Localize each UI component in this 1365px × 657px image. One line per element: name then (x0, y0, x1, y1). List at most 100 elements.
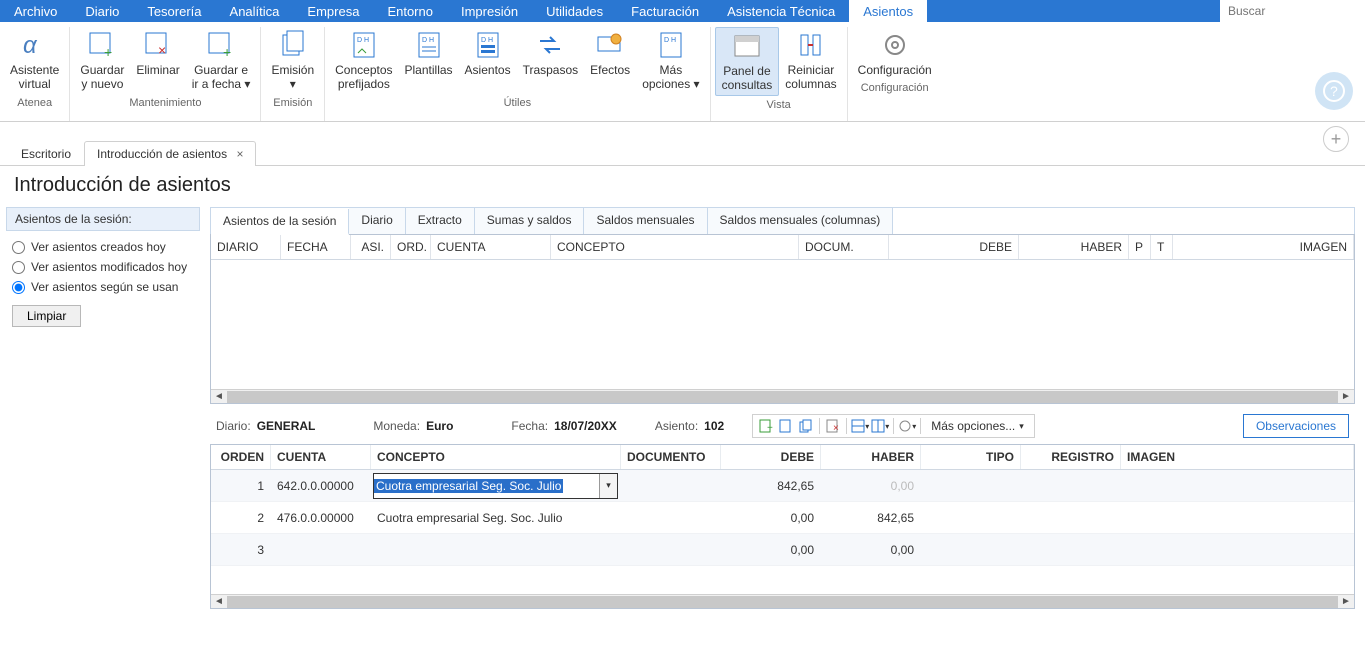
cell-haber[interactable]: 842,65 (821, 507, 921, 529)
guardar-fecha-button[interactable]: + Guardar e ir a fecha ▾ (186, 27, 257, 94)
tb-grid2-icon[interactable]: ▾ (871, 417, 889, 435)
cell-documento[interactable] (621, 514, 721, 522)
scroll-thumb[interactable] (227, 391, 1338, 403)
cell-registro[interactable] (1021, 546, 1121, 554)
tab-escritorio[interactable]: Escritorio (8, 141, 84, 166)
scroll-left-icon[interactable]: ◄ (211, 596, 227, 607)
menu-impresion[interactable]: Impresión (447, 0, 532, 22)
menu-facturacion[interactable]: Facturación (617, 0, 713, 22)
cell-orden[interactable]: 3 (211, 539, 271, 561)
subtab-asientos-sesion[interactable]: Asientos de la sesión (211, 209, 349, 235)
traspasos-button[interactable]: Traspasos (517, 27, 585, 94)
emision-button[interactable]: Emisión ▾ (265, 27, 320, 94)
radio-input[interactable] (12, 261, 25, 274)
cell-concepto[interactable]: Cuotra empresarial Seg. Soc. Julio ▾ (371, 471, 621, 501)
close-icon[interactable]: × (236, 147, 243, 161)
tb-grid1-icon[interactable]: ▾ (851, 417, 869, 435)
cell-tipo[interactable] (921, 546, 1021, 554)
menu-tesoreria[interactable]: Tesorería (133, 0, 215, 22)
menu-archivo[interactable]: Archivo (0, 0, 71, 22)
cell-imagen[interactable] (1121, 514, 1354, 522)
col-haber[interactable]: HABER (821, 445, 921, 469)
cell-concepto[interactable] (371, 546, 621, 554)
menu-entorno[interactable]: Entorno (373, 0, 447, 22)
table-row[interactable]: 1 642.0.0.00000 Cuotra empresarial Seg. … (211, 470, 1354, 502)
col-ord[interactable]: ORD. (391, 235, 431, 259)
cell-documento[interactable] (621, 546, 721, 554)
mas-opciones-button[interactable]: D H Más opciones ▾ (636, 27, 705, 94)
col-tipo[interactable]: TIPO (921, 445, 1021, 469)
help-button[interactable]: ? (1315, 72, 1353, 110)
col-registro[interactable]: REGISTRO (1021, 445, 1121, 469)
asistente-virtual-button[interactable]: α Asistente virtual (4, 27, 65, 94)
menu-diario[interactable]: Diario (71, 0, 133, 22)
scroll-thumb[interactable] (227, 596, 1338, 608)
reiniciar-columnas-button[interactable]: Reiniciar columnas (779, 27, 842, 96)
table-row[interactable]: 3 0,00 0,00 (211, 534, 1354, 566)
cell-cuenta[interactable] (271, 546, 371, 554)
horizontal-scrollbar[interactable]: ◄ ► (211, 389, 1354, 403)
col-concepto[interactable]: CONCEPTO (551, 235, 799, 259)
cell-orden[interactable]: 2 (211, 507, 271, 529)
conceptos-prefijados-button[interactable]: D H Conceptos prefijados (329, 27, 398, 94)
cell-concepto[interactable]: Cuotra empresarial Seg. Soc. Julio (371, 507, 621, 529)
radio-input[interactable] (12, 281, 25, 294)
asientos-button[interactable]: D H Asientos (459, 27, 517, 94)
radio-segun-se-usan[interactable]: Ver asientos según se usan (6, 277, 200, 297)
col-orden[interactable]: ORDEN (211, 445, 271, 469)
tb-settings-icon[interactable]: ▾ (898, 417, 916, 435)
efectos-button[interactable]: Efectos (584, 27, 636, 94)
guardar-nuevo-button[interactable]: + Guardar y nuevo (74, 27, 130, 94)
eliminar-button[interactable]: × Eliminar (130, 27, 185, 94)
subtab-extracto[interactable]: Extracto (406, 208, 475, 234)
col-debe[interactable]: DEBE (721, 445, 821, 469)
col-t[interactable]: T (1151, 235, 1173, 259)
table-body[interactable] (211, 260, 1354, 389)
cell-cuenta[interactable]: 476.0.0.00000 (271, 507, 371, 529)
plantillas-button[interactable]: D H Plantillas (399, 27, 459, 94)
cell-documento[interactable] (621, 482, 721, 490)
scroll-track[interactable] (227, 596, 1338, 608)
cell-haber[interactable]: 0,00 (821, 475, 921, 497)
tb-doc-icon[interactable] (777, 417, 795, 435)
search-input[interactable] (1220, 0, 1365, 22)
col-cuenta[interactable]: CUENTA (271, 445, 371, 469)
cell-registro[interactable] (1021, 514, 1121, 522)
tb-delete-icon[interactable]: × (824, 417, 842, 435)
col-haber[interactable]: HABER (1019, 235, 1129, 259)
concepto-input[interactable]: Cuotra empresarial Seg. Soc. Julio ▾ (373, 473, 618, 499)
tb-copy-icon[interactable] (797, 417, 815, 435)
limpiar-button[interactable]: Limpiar (12, 305, 81, 327)
col-imagen[interactable]: IMAGEN (1173, 235, 1354, 259)
menu-analitica[interactable]: Analítica (216, 0, 294, 22)
cell-imagen[interactable] (1121, 546, 1354, 554)
cell-tipo[interactable] (921, 482, 1021, 490)
col-diario[interactable]: DIARIO (211, 235, 281, 259)
scroll-right-icon[interactable]: ► (1338, 391, 1354, 402)
subtab-sumas-saldos[interactable]: Sumas y saldos (475, 208, 585, 234)
col-asi[interactable]: ASI. (351, 235, 391, 259)
cell-haber[interactable]: 0,00 (821, 539, 921, 561)
mas-opciones-dropdown[interactable]: Más opciones... ▾ (925, 419, 1030, 433)
table-row[interactable]: 2 476.0.0.00000 Cuotra empresarial Seg. … (211, 502, 1354, 534)
add-button[interactable]: + (1323, 126, 1349, 152)
cell-registro[interactable] (1021, 482, 1121, 490)
dropdown-button[interactable]: ▾ (599, 474, 617, 498)
cell-tipo[interactable] (921, 514, 1021, 522)
radio-creados-hoy[interactable]: Ver asientos creados hoy (6, 237, 200, 257)
col-docum[interactable]: DOCUM. (799, 235, 889, 259)
cell-cuenta[interactable]: 642.0.0.00000 (271, 475, 371, 497)
panel-consultas-button[interactable]: Panel de consultas (715, 27, 780, 96)
cell-imagen[interactable] (1121, 482, 1354, 490)
cell-debe[interactable]: 0,00 (721, 539, 821, 561)
col-cuenta[interactable]: CUENTA (431, 235, 551, 259)
scroll-track[interactable] (227, 391, 1338, 403)
menu-empresa[interactable]: Empresa (293, 0, 373, 22)
cell-debe[interactable]: 0,00 (721, 507, 821, 529)
subtab-diario[interactable]: Diario (349, 208, 405, 234)
col-debe[interactable]: DEBE (889, 235, 1019, 259)
col-concepto[interactable]: CONCEPTO (371, 445, 621, 469)
radio-modificados-hoy[interactable]: Ver asientos modificados hoy (6, 257, 200, 277)
menu-utilidades[interactable]: Utilidades (532, 0, 617, 22)
col-p[interactable]: P (1129, 235, 1151, 259)
